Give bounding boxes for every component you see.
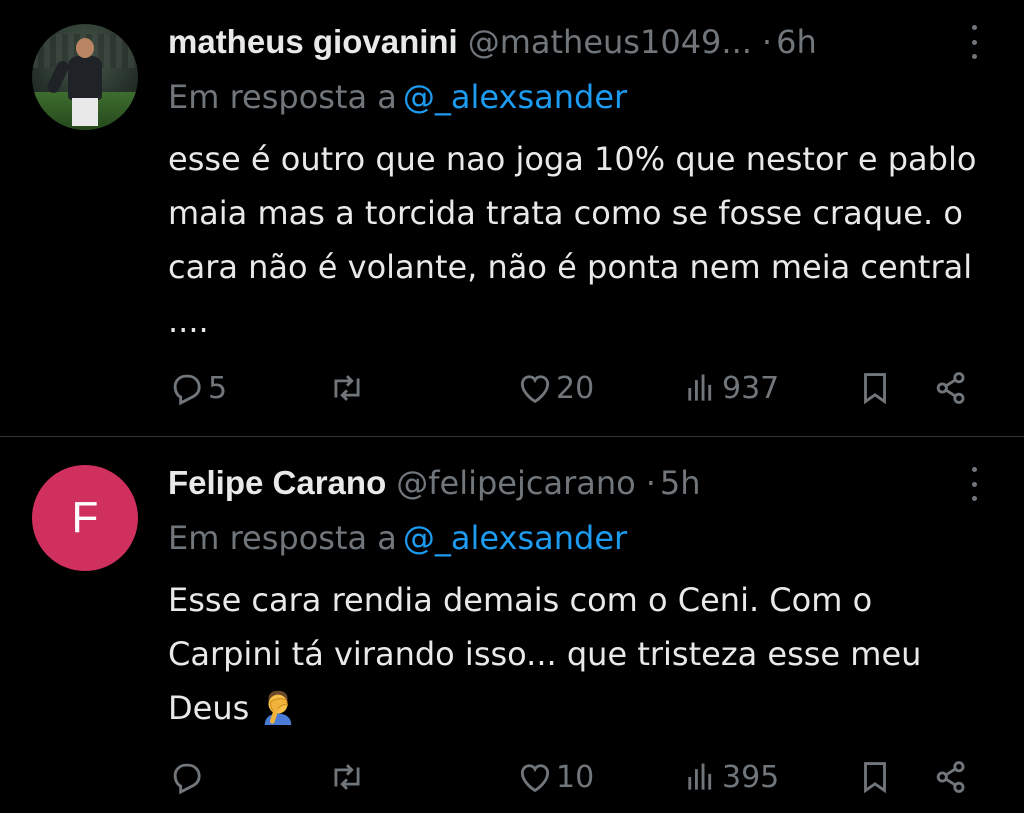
avatar-letter: F [71, 493, 99, 542]
more-options-icon[interactable] [964, 25, 984, 59]
avatar-figure-legs [72, 98, 98, 126]
retweet-button[interactable] [328, 755, 368, 799]
reply-icon [173, 763, 201, 795]
reply-mention-link[interactable]: @_alexsander [403, 519, 627, 557]
share-button[interactable] [932, 755, 970, 799]
reply-context: Em resposta a @_alexsander [168, 519, 627, 557]
retweet-icon [334, 764, 360, 790]
reply-button[interactable] [168, 755, 208, 799]
tweet[interactable]: matheus giovanini @matheus1049... · 6h E… [0, 0, 1024, 437]
like-button[interactable]: 20 [516, 366, 594, 410]
view-count: 937 [722, 370, 780, 406]
tweet-header: Felipe Carano @felipejcarano · 5h [168, 463, 934, 503]
timestamp[interactable]: 6h [776, 23, 817, 61]
avatar[interactable]: F [32, 465, 138, 571]
action-bar: 10 395 [160, 755, 980, 799]
share-icon [936, 372, 965, 404]
user-handle[interactable]: @matheus1049... [468, 23, 752, 61]
heart-icon [520, 764, 550, 793]
reply-context: Em resposta a @_alexsander [168, 78, 627, 116]
view-count: 395 [722, 759, 780, 795]
separator-dot: · [645, 464, 656, 502]
retweet-icon [334, 375, 360, 401]
reply-prefix: Em resposta a [168, 519, 397, 557]
share-button[interactable] [932, 366, 970, 410]
display-name[interactable]: matheus giovanini [168, 23, 458, 61]
views-icon [688, 763, 712, 790]
reply-prefix: Em resposta a [168, 78, 397, 116]
user-handle[interactable]: @felipejcarano [396, 464, 635, 502]
facepalm-emoji [265, 690, 292, 725]
share-icon [936, 761, 965, 793]
like-count: 10 [556, 759, 595, 795]
avatar[interactable] [32, 24, 138, 130]
avatar-figure-head [76, 38, 94, 58]
views-button[interactable]: 395 [682, 755, 779, 799]
avatar-figure-body [68, 56, 102, 100]
bookmark-icon [864, 373, 886, 405]
tweet[interactable]: F Felipe Carano @felipejcarano · 5h Em r… [0, 437, 1024, 813]
reply-count: 5 [208, 370, 228, 406]
display-name[interactable]: Felipe Carano [168, 464, 386, 502]
like-count: 20 [556, 370, 595, 406]
action-bar: 5 20 937 [160, 366, 980, 410]
separator-dot: · [761, 23, 773, 61]
bookmark-icon [864, 762, 886, 794]
tweet-text: esse é outro que nao joga 10% que nestor… [168, 140, 977, 340]
tweet-text: Esse cara rendia demais com o Ceni. Com … [168, 573, 988, 735]
views-icon [688, 374, 712, 401]
retweet-button[interactable] [328, 366, 368, 410]
reply-mention-link[interactable]: @_alexsander [403, 78, 627, 116]
more-options-icon[interactable] [964, 467, 984, 501]
timestamp[interactable]: 5h [660, 464, 701, 502]
bookmark-button[interactable] [856, 366, 894, 410]
tweet-header: matheus giovanini @matheus1049... · 6h [168, 22, 934, 62]
views-button[interactable]: 937 [682, 366, 779, 410]
bookmark-button[interactable] [856, 755, 894, 799]
reply-icon [173, 374, 201, 406]
like-button[interactable]: 10 [516, 755, 594, 799]
heart-icon [520, 375, 550, 404]
reply-button[interactable]: 5 [168, 366, 227, 410]
